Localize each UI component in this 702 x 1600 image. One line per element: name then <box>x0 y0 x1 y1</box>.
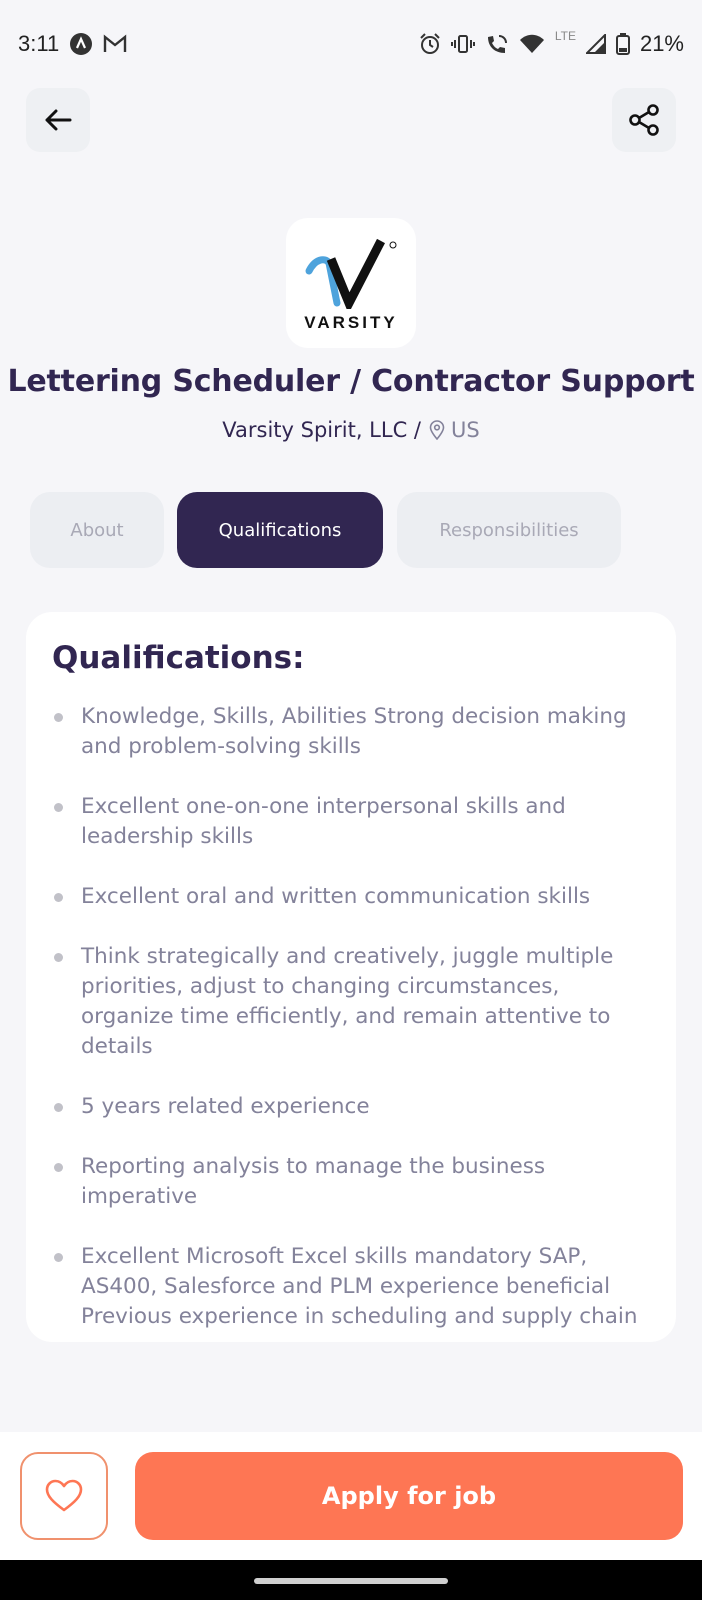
company-logo-text: VARSITY <box>304 313 398 332</box>
favorite-button[interactable] <box>20 1452 108 1540</box>
battery-percent: 21% <box>639 31 684 56</box>
gmail-icon <box>103 34 127 54</box>
list-item: Excellent oral and written communication… <box>52 882 650 912</box>
bullet-icon <box>54 803 63 812</box>
list-item: Excellent one-on-one interpersonal skill… <box>52 792 650 852</box>
tab-responsibilities[interactable]: Responsibilities <box>397 492 621 568</box>
list-item-text: Think strategically and creatively, jugg… <box>81 944 614 1059</box>
list-item-text: Reporting analysis to manage the busines… <box>81 1154 546 1209</box>
list-item: Knowledge, Skills, Abilities Strong deci… <box>52 702 650 762</box>
app-notification-icon <box>69 32 93 56</box>
status-right: LTE 21% <box>419 29 684 57</box>
tab-about[interactable]: About <box>30 492 164 568</box>
qualifications-list: Knowledge, Skills, Abilities Strong deci… <box>52 702 650 1332</box>
wifi-calling-icon <box>485 33 509 55</box>
list-item: Think strategically and creatively, jugg… <box>52 942 650 1062</box>
bullet-icon <box>54 1253 63 1262</box>
bullet-icon <box>54 1163 63 1172</box>
home-handle[interactable] <box>254 1578 448 1584</box>
wifi-icon <box>519 34 545 54</box>
bottom-action-bar: Apply for job <box>0 1432 702 1560</box>
company-logo: VARSITY <box>286 218 416 348</box>
signal-icon <box>585 34 606 54</box>
location: US <box>429 418 480 442</box>
list-item-text: Excellent Microsoft Excel skills mandato… <box>81 1244 638 1329</box>
list-item-text: Excellent oral and written communication… <box>81 884 591 909</box>
list-item: Excellent Microsoft Excel skills mandato… <box>52 1242 650 1332</box>
status-bar: 3:11 LTE 21% <box>0 0 702 88</box>
share-button[interactable] <box>612 88 676 152</box>
list-item: 5 years related experience <box>52 1092 650 1122</box>
list-item-text: Excellent one-on-one interpersonal skill… <box>81 794 566 849</box>
tab-qualifications[interactable]: Qualifications <box>177 492 383 568</box>
share-icon <box>629 104 659 136</box>
network-type: LTE <box>554 29 576 43</box>
list-item-text: 5 years related experience <box>81 1094 370 1119</box>
bullet-icon <box>54 1103 63 1112</box>
location-pin-icon <box>429 420 445 440</box>
arrow-left-icon <box>45 109 72 131</box>
system-nav-bar <box>0 1560 702 1600</box>
qualifications-heading: Qualifications: <box>52 640 305 676</box>
battery-icon <box>615 33 630 55</box>
status-time: 3:11 <box>18 31 60 56</box>
vibrate-icon <box>450 34 475 54</box>
heart-outline-icon <box>45 1479 83 1512</box>
location-text: US <box>451 418 480 442</box>
status-left: 3:11 <box>18 31 127 57</box>
company-name: Varsity Spirit, LLC / <box>222 418 421 442</box>
list-item-text: Knowledge, Skills, Abilities Strong deci… <box>81 704 627 759</box>
job-title: Lettering Scheduler / Contractor Support <box>7 364 695 399</box>
bullet-icon <box>54 893 63 902</box>
varsity-logo-mark <box>305 238 397 309</box>
company-line: Varsity Spirit, LLC / US <box>0 418 702 442</box>
apply-button[interactable]: Apply for job <box>135 1452 683 1540</box>
bullet-icon <box>54 953 63 962</box>
back-button[interactable] <box>26 88 90 152</box>
alarm-icon <box>419 33 441 55</box>
qualifications-card: Qualifications: Knowledge, Skills, Abili… <box>26 612 676 1342</box>
bullet-icon <box>54 713 63 722</box>
list-item: Reporting analysis to manage the busines… <box>52 1152 650 1212</box>
